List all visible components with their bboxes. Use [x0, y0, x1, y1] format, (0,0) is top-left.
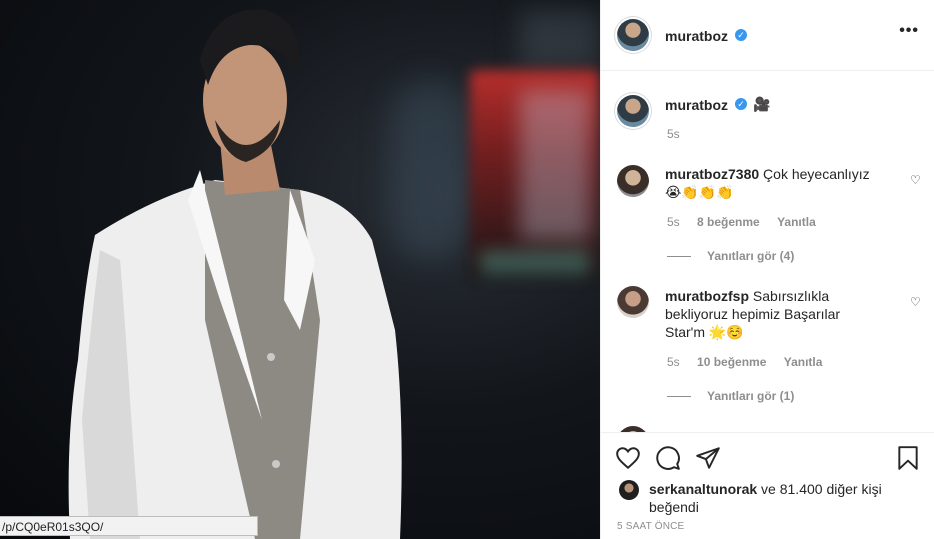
- comment-meta: 5s 10 beğenme Yanıtla: [667, 355, 836, 369]
- comment-meta: 5s 8 beğenme Yanıtla: [667, 215, 830, 229]
- comment-time[interactable]: 5s: [667, 355, 680, 369]
- verified-icon: ✓: [735, 98, 747, 110]
- likes-count[interactable]: ve 81.400 diğer kişi: [757, 481, 882, 497]
- avatar[interactable]: [617, 286, 649, 318]
- view-replies-button[interactable]: Yanıtları gör (4): [667, 249, 794, 263]
- view-replies-label: Yanıtları gör (1): [707, 389, 795, 403]
- comment-body: Sabırsızlıkla: [752, 288, 830, 304]
- avatar[interactable]: [619, 480, 639, 500]
- verified-icon: ✓: [735, 29, 747, 41]
- reply-button[interactable]: Yanıtla: [777, 215, 816, 229]
- view-replies-button[interactable]: Yanıtları gör (1): [667, 389, 794, 403]
- likes-suffix: beğendi: [649, 499, 699, 515]
- comment-username[interactable]: muratbozfsp: [665, 288, 749, 304]
- heart-icon[interactable]: ♡: [910, 174, 922, 186]
- status-bar-url: /p/CQ0eR01s3QO/: [0, 516, 258, 536]
- post-photo[interactable]: /p/CQ0eR01s3QO/: [0, 0, 600, 539]
- reply-button[interactable]: Yanıtla: [784, 355, 823, 369]
- likes-summary: serkanaltunorak ve 81.400 diğer kişi beğ…: [649, 480, 882, 516]
- caption-text: 🎥: [753, 96, 771, 112]
- comment-body: 😭👏👏👏: [665, 184, 734, 200]
- caption-username[interactable]: muratboz: [665, 97, 728, 113]
- comment-text: muratboz7380 Çok heyecanlıyız 😭👏👏👏: [665, 165, 895, 201]
- comment-likes[interactable]: 8 beğenme: [697, 215, 760, 229]
- liker-username[interactable]: serkanaltunorak: [649, 481, 757, 497]
- post-actions: serkanaltunorak ve 81.400 diğer kişi beğ…: [601, 432, 934, 539]
- comment-time[interactable]: 5s: [667, 215, 680, 229]
- heart-icon[interactable]: ♡: [910, 296, 922, 308]
- comment-likes[interactable]: 10 beğenme: [697, 355, 766, 369]
- post-sidebar: muratboz ✓ ••• muratboz ✓ 🎥 5s muratboz7…: [600, 0, 934, 539]
- avatar[interactable]: [617, 19, 649, 51]
- person-figure: [68, 9, 402, 539]
- divider: [667, 396, 691, 398]
- caption-time[interactable]: 5s: [667, 127, 680, 141]
- share-icon[interactable]: [695, 445, 721, 471]
- divider: [667, 256, 691, 258]
- avatar[interactable]: [617, 165, 649, 197]
- bookmark-icon[interactable]: [895, 445, 921, 471]
- comment-text: muratbozfsp Sabırsızlıkla bekliyoruz hep…: [665, 287, 901, 341]
- more-icon[interactable]: •••: [899, 22, 919, 40]
- avatar[interactable]: [617, 95, 649, 127]
- comment-icon[interactable]: [655, 445, 681, 471]
- post-timestamp[interactable]: 5 SAAT ÖNCE: [617, 521, 684, 532]
- header-username[interactable]: muratboz: [665, 28, 728, 44]
- comment-username[interactable]: muratboz7380: [665, 166, 759, 182]
- comment-body: Çok heyecanlıyız: [763, 166, 870, 182]
- comment-body: bekliyoruz hepimiz Başarılar: [665, 306, 841, 322]
- view-replies-label: Yanıtları gör (4): [707, 249, 795, 263]
- heart-icon[interactable]: [615, 445, 641, 471]
- post-header: muratboz ✓ •••: [601, 0, 934, 71]
- comment-body: Star'm 🌟☺️: [665, 324, 744, 340]
- comments-list: muratboz ✓ 🎥 5s muratboz7380 Çok heyecan…: [601, 72, 934, 432]
